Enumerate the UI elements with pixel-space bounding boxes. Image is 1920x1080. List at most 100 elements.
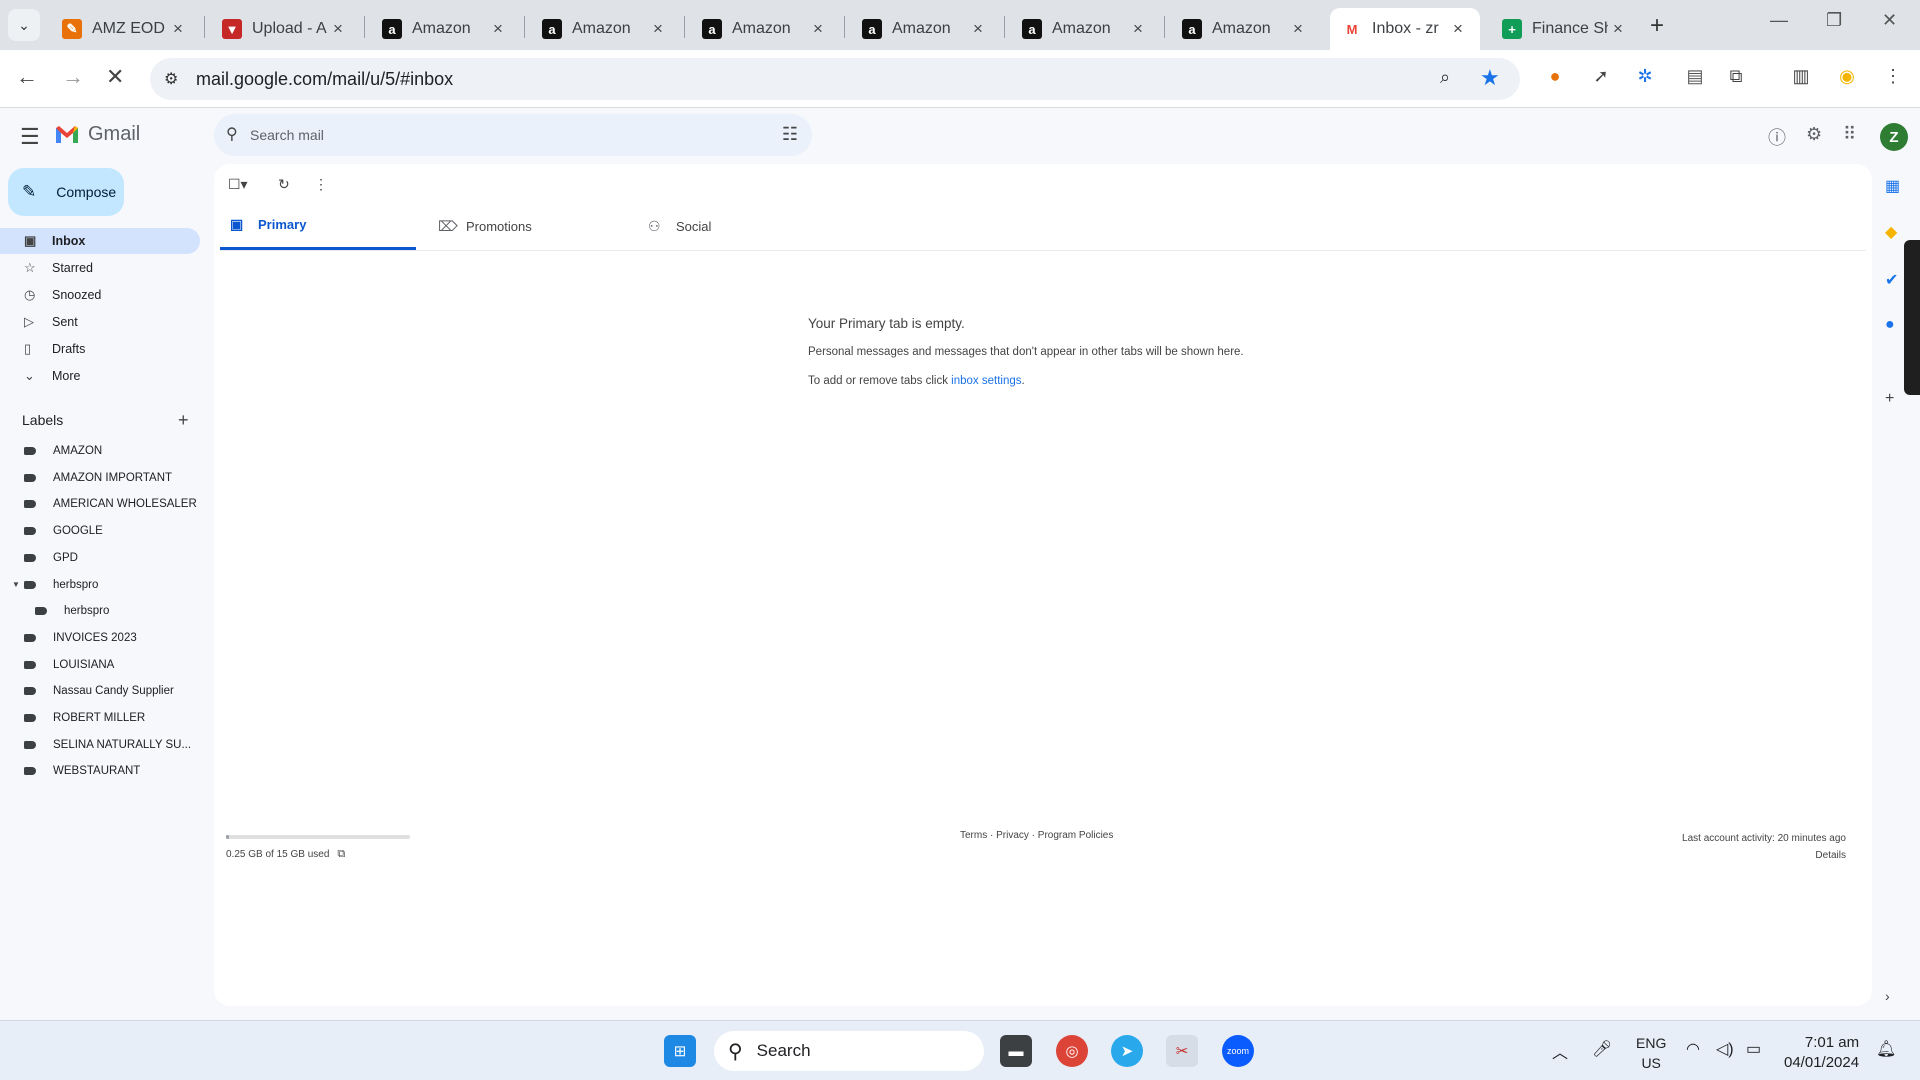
label-item[interactable]: ▼ herbspro bbox=[0, 572, 200, 598]
side-extension-panel[interactable] bbox=[1904, 240, 1920, 395]
nav-item-more[interactable]: ⌄ More bbox=[0, 363, 200, 389]
close-window-icon[interactable]: ✕ bbox=[1882, 10, 1897, 31]
tab-search-button[interactable]: ⌄ bbox=[8, 9, 40, 41]
volume-icon[interactable]: ◁) bbox=[1716, 1039, 1734, 1059]
label-item[interactable]: WEBSTAURANT bbox=[0, 758, 200, 784]
keep-icon[interactable]: ◆ bbox=[1885, 222, 1897, 242]
get-addons-icon[interactable]: + bbox=[1885, 390, 1894, 408]
apps-grid-icon[interactable]: ⠿ bbox=[1843, 124, 1856, 145]
browser-tab[interactable]: a Amazon × bbox=[1170, 8, 1320, 50]
footer-policy-links[interactable]: Terms · Privacy · Program Policies bbox=[960, 830, 1113, 841]
browser-tab[interactable]: a Amazon × bbox=[850, 8, 1000, 50]
system-clock[interactable]: 7:01 am 04/01/2024 bbox=[1784, 1033, 1859, 1073]
extension-orange-icon[interactable]: ● bbox=[1542, 63, 1568, 89]
expand-caret-icon[interactable]: ▼ bbox=[12, 580, 20, 589]
zoom-app-icon[interactable]: zoom bbox=[1222, 1035, 1254, 1067]
minimize-icon[interactable]: — bbox=[1770, 10, 1788, 31]
search-input[interactable] bbox=[250, 122, 750, 148]
windows-start-icon[interactable]: ⊞ bbox=[664, 1035, 696, 1067]
site-info-icon[interactable]: ⚙ bbox=[164, 69, 178, 89]
extension-off-icon[interactable]: ▤ bbox=[1682, 63, 1708, 89]
label-item[interactable]: AMAZON IMPORTANT bbox=[0, 465, 200, 491]
browser-tab[interactable]: a Amazon × bbox=[1010, 8, 1160, 50]
calendar-icon[interactable]: ▦ bbox=[1885, 176, 1900, 196]
close-tab-icon[interactable]: × bbox=[1128, 19, 1148, 39]
wifi-icon[interactable]: ◠ bbox=[1686, 1039, 1700, 1059]
nav-item-starred[interactable]: ☆ Starred bbox=[0, 255, 200, 281]
back-icon[interactable]: ← bbox=[16, 64, 38, 90]
tab-primary[interactable]: ▣ Primary bbox=[220, 202, 416, 250]
compose-button[interactable]: ✎ Compose bbox=[8, 168, 124, 216]
inbox-settings-link[interactable]: inbox settings bbox=[951, 375, 1021, 387]
browser-tab[interactable]: a Amazon × bbox=[690, 8, 840, 50]
notification-bell-icon[interactable]: 🔔︎ bbox=[1876, 1039, 1896, 1059]
bookmark-star-icon[interactable]: ★ bbox=[1480, 65, 1500, 91]
label-item[interactable]: AMERICAN WHOLESALER bbox=[0, 491, 200, 517]
close-tab-icon[interactable]: × bbox=[168, 19, 188, 39]
extensions-puzzle-icon[interactable]: ⧉ bbox=[1723, 63, 1749, 89]
select-all-checkbox[interactable]: ☐▾ bbox=[228, 176, 248, 193]
browser-tab[interactable]: a Amazon × bbox=[530, 8, 680, 50]
nav-item-sent[interactable]: ▷ Sent bbox=[0, 309, 200, 335]
close-tab-icon[interactable]: × bbox=[1288, 19, 1308, 39]
open-in-new-icon[interactable]: ⧉ bbox=[337, 848, 345, 861]
more-options-icon[interactable]: ⋮ bbox=[314, 176, 328, 193]
refresh-icon[interactable]: ↻ bbox=[278, 176, 290, 193]
search-icon[interactable]: ⚲ bbox=[226, 124, 238, 144]
close-tab-icon[interactable]: × bbox=[808, 19, 828, 39]
chrome-icon[interactable]: ◎ bbox=[1056, 1035, 1088, 1067]
close-tab-icon[interactable]: × bbox=[488, 19, 508, 39]
settings-gear-icon[interactable]: ⚙ bbox=[1806, 124, 1822, 145]
tasks-icon[interactable]: ✔ bbox=[1885, 270, 1898, 290]
microphone-icon[interactable]: 🎤︎ bbox=[1592, 1039, 1612, 1059]
extension-arrow-icon[interactable]: ➚ bbox=[1588, 63, 1614, 89]
label-item[interactable]: INVOICES 2023 bbox=[0, 625, 200, 651]
telegram-icon[interactable]: ➤ bbox=[1111, 1035, 1143, 1067]
account-avatar[interactable]: Z bbox=[1880, 123, 1908, 151]
label-item[interactable]: Nassau Candy Supplier bbox=[0, 678, 200, 704]
close-tab-icon[interactable]: × bbox=[968, 19, 988, 39]
search-bar[interactable]: ⚲ ☷ bbox=[214, 114, 812, 156]
main-menu-icon[interactable]: ☰ bbox=[20, 124, 40, 150]
snipping-tool-icon[interactable]: ✂ bbox=[1166, 1035, 1198, 1067]
file-explorer-icon[interactable]: ▬ bbox=[1000, 1035, 1032, 1067]
create-label-icon[interactable]: + bbox=[178, 410, 189, 431]
zoom-icon[interactable]: ⌕ bbox=[1440, 67, 1450, 88]
gmail-logo[interactable]: Gmail bbox=[54, 123, 140, 146]
forward-icon[interactable]: → bbox=[62, 64, 84, 90]
label-item[interactable]: GPD bbox=[0, 545, 200, 571]
nav-item-inbox[interactable]: ▣ Inbox bbox=[0, 228, 200, 254]
tab-social[interactable]: ⚇ Social bbox=[638, 202, 834, 250]
search-options-icon[interactable]: ☷ bbox=[782, 124, 798, 145]
close-tab-icon[interactable]: × bbox=[1608, 19, 1628, 39]
label-item[interactable]: SELINA NATURALLY SU... bbox=[0, 732, 200, 758]
label-item[interactable]: AMAZON bbox=[0, 438, 200, 464]
extension-blue-icon[interactable]: ✲ bbox=[1632, 63, 1658, 89]
close-tab-icon[interactable]: × bbox=[328, 19, 348, 39]
battery-icon[interactable]: ▭ bbox=[1746, 1039, 1761, 1059]
close-tab-icon[interactable]: × bbox=[1448, 19, 1468, 39]
help-icon[interactable]: ⓘ bbox=[1768, 124, 1786, 150]
browser-tab[interactable]: ▼ Upload - A × bbox=[210, 8, 360, 50]
chrome-menu-icon[interactable]: ⋮ bbox=[1880, 63, 1906, 89]
browser-tab[interactable]: M Inbox - zr × bbox=[1330, 8, 1480, 50]
new-tab-button[interactable]: + bbox=[1650, 12, 1664, 40]
nav-item-snoozed[interactable]: ◷ Snoozed bbox=[0, 282, 200, 308]
restore-icon[interactable]: ❐ bbox=[1826, 10, 1842, 31]
label-item[interactable]: herbspro bbox=[0, 598, 200, 624]
taskbar-search[interactable]: ⚲ Search bbox=[714, 1031, 984, 1071]
close-tab-icon[interactable]: × bbox=[648, 19, 668, 39]
tab-promotions[interactable]: ⌦ Promotions bbox=[428, 202, 624, 250]
expand-side-panel-icon[interactable]: › bbox=[1885, 988, 1890, 1004]
contacts-icon[interactable]: ● bbox=[1885, 316, 1895, 334]
side-panel-icon[interactable]: ▥ bbox=[1788, 63, 1814, 89]
nav-item-drafts[interactable]: ▯ Drafts bbox=[0, 336, 200, 362]
browser-tab[interactable]: ✎ AMZ EOD × bbox=[50, 8, 200, 50]
activity-details-link[interactable]: Details bbox=[1682, 847, 1846, 864]
url-text[interactable]: mail.google.com/mail/u/5/#inbox bbox=[196, 69, 453, 90]
browser-tab[interactable]: a Amazon × bbox=[370, 8, 520, 50]
profile-icon[interactable]: ◉ bbox=[1834, 63, 1860, 89]
show-hidden-icons-chevron[interactable]: ︿ bbox=[1552, 1039, 1568, 1063]
browser-tab[interactable]: + Finance Sh × bbox=[1490, 8, 1640, 50]
label-item[interactable]: GOOGLE bbox=[0, 518, 200, 544]
